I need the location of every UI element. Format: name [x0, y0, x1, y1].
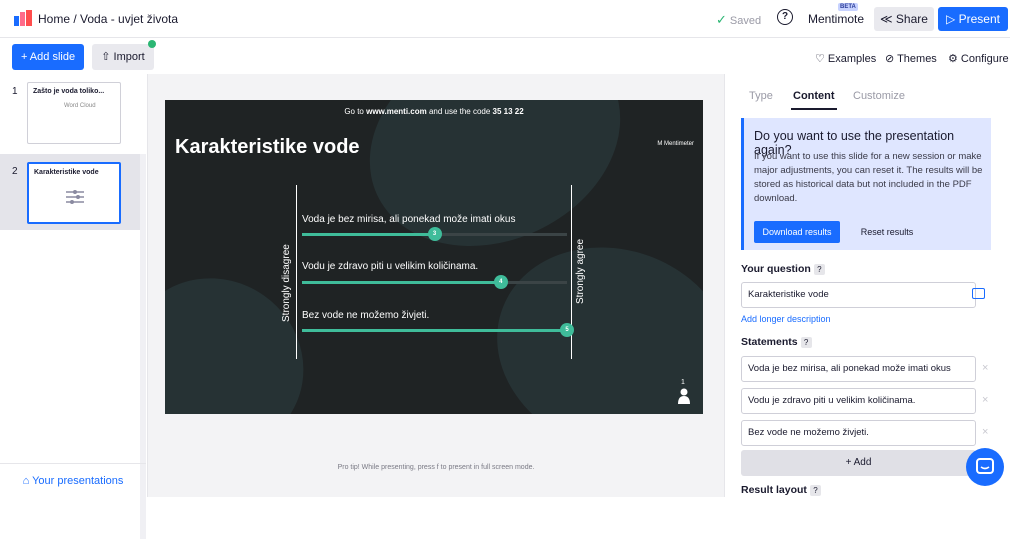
- reuse-info-box: Do you want to use the presentation agai…: [741, 118, 991, 250]
- pro-tip: Pro tip! While presenting, press f to pr…: [337, 464, 535, 471]
- toolbar: + Add slide ⇧ Import ♡ Examples ⊘ Themes…: [0, 38, 1010, 74]
- statement-label: Vodu je zdravo piti u velikim količinama…: [302, 261, 479, 272]
- slide-preview[interactable]: Go to www.menti.com and use the code 35 …: [165, 100, 703, 414]
- statement-input[interactable]: Vodu je zdravo piti u velikim količinama…: [741, 388, 976, 414]
- active-tab-indicator: [791, 108, 837, 110]
- remove-statement-icon[interactable]: ×: [982, 394, 988, 406]
- join-code-line: Go to www.menti.com and use the code 35 …: [344, 107, 524, 116]
- scales-icon: [66, 190, 84, 204]
- statement-label: Voda je bez mirisa, ali ponekad može ima…: [302, 214, 516, 225]
- scale-fill: [302, 233, 435, 236]
- help-icon[interactable]: ?: [809, 485, 821, 496]
- share-button[interactable]: ≪ Share: [874, 7, 934, 31]
- notification-dot: [148, 40, 156, 48]
- scale-fill: [302, 281, 501, 284]
- slide-thumbnail[interactable]: Zašto je voda toliko... Word Cloud: [27, 82, 121, 144]
- statement-label: Bez vode ne možemo živjeti.: [302, 310, 430, 321]
- remove-statement-icon[interactable]: ×: [982, 426, 988, 438]
- result-layout-heading: Result layout?: [741, 484, 821, 496]
- scale-value-marker: 4: [493, 275, 508, 289]
- breadcrumb[interactable]: Home / Voda - uvjet života: [38, 12, 178, 26]
- tab-customize[interactable]: Customize: [853, 90, 905, 102]
- slide-thumbnail-selected[interactable]: Karakteristike vode: [27, 162, 121, 224]
- add-longer-description-link[interactable]: Add longer description: [741, 314, 831, 324]
- scale-left-line: [296, 185, 297, 359]
- person-icon: [678, 388, 690, 404]
- scale-track: 5: [302, 323, 574, 337]
- mentimeter-brand: M Mentimeter: [657, 141, 694, 147]
- strongly-disagree-label: Strongly disagree: [281, 244, 292, 322]
- add-statement-button[interactable]: + Add: [741, 450, 976, 476]
- saved-label: Saved: [729, 15, 762, 27]
- slide-canvas: Go to www.menti.com and use the code 35 …: [148, 74, 724, 497]
- info-text: If you want to use this slide for a new …: [754, 151, 983, 204]
- image-icon[interactable]: [972, 288, 985, 299]
- scale-value-marker: 5: [560, 323, 574, 337]
- your-presentations-link[interactable]: ⌂ Your presentations: [0, 463, 146, 497]
- add-slide-button[interactable]: + Add slide: [12, 44, 84, 70]
- top-bar: Home / Voda - uvjet života ✓ Saved ? Ment…: [0, 0, 1010, 38]
- scale-track: 3: [302, 227, 567, 241]
- scale-track: 4: [302, 275, 567, 289]
- import-button[interactable]: ⇧ Import: [92, 44, 154, 70]
- slide-number: 2: [12, 166, 18, 177]
- reset-results-button[interactable]: Reset results: [852, 221, 922, 243]
- check-icon: ✓: [716, 12, 727, 27]
- slide-thumb-title: Zašto je voda toliko...: [33, 88, 105, 95]
- panel-tabs: Type Content Customize: [725, 74, 1010, 110]
- help-icon[interactable]: ?: [813, 264, 825, 275]
- strongly-agree-label: Strongly agree: [575, 238, 586, 304]
- mentimeter-logo-icon[interactable]: [14, 10, 32, 26]
- examples-link[interactable]: ♡ Examples: [815, 52, 876, 65]
- help-icon[interactable]: ?: [777, 9, 793, 25]
- statement-input[interactable]: Bez vode ne možemo živjeti.: [741, 420, 976, 446]
- slide-thumb-title: Karakteristike vode: [34, 169, 99, 176]
- tab-content[interactable]: Content: [793, 90, 835, 102]
- your-question-heading: Your question?: [741, 263, 825, 275]
- remove-statement-icon[interactable]: ×: [982, 362, 988, 374]
- respondent-count: 1: [681, 379, 685, 386]
- help-icon[interactable]: ?: [800, 337, 812, 348]
- present-button[interactable]: ▷ Present: [938, 7, 1008, 31]
- scale-fill: [302, 329, 567, 332]
- slide-title: Karakteristike vode: [175, 136, 360, 158]
- tab-type[interactable]: Type: [749, 90, 773, 102]
- slide-thumb-row-2[interactable]: 2 Karakteristike vode: [0, 154, 146, 230]
- themes-link[interactable]: ⊘ Themes: [885, 52, 937, 65]
- scale-value-marker: 3: [427, 227, 442, 241]
- configure-link[interactable]: ⚙ Configure: [948, 52, 1009, 65]
- settings-panel: Type Content Customize Do you want to us…: [724, 74, 1010, 497]
- chat-support-button[interactable]: [966, 448, 1004, 486]
- brand-label[interactable]: Mentimote: [808, 12, 864, 26]
- slide-sidebar: 1 Zašto je voda toliko... Word Cloud 2 K…: [0, 74, 148, 539]
- chat-icon: [976, 458, 994, 474]
- word-cloud-icon: Word Cloud: [64, 103, 96, 109]
- slide-number: 1: [12, 86, 18, 97]
- slide-thumb-row-1[interactable]: 1 Zašto je voda toliko... Word Cloud: [0, 74, 146, 150]
- download-results-button[interactable]: Download results: [754, 221, 840, 243]
- saved-status: ✓ Saved: [716, 12, 761, 28]
- beta-badge: BETA: [838, 3, 858, 11]
- statements-heading: Statements?: [741, 336, 812, 348]
- statement-input[interactable]: Voda je bez mirisa, ali ponekad može ima…: [741, 356, 976, 382]
- question-input[interactable]: Karakteristike vode: [741, 282, 976, 308]
